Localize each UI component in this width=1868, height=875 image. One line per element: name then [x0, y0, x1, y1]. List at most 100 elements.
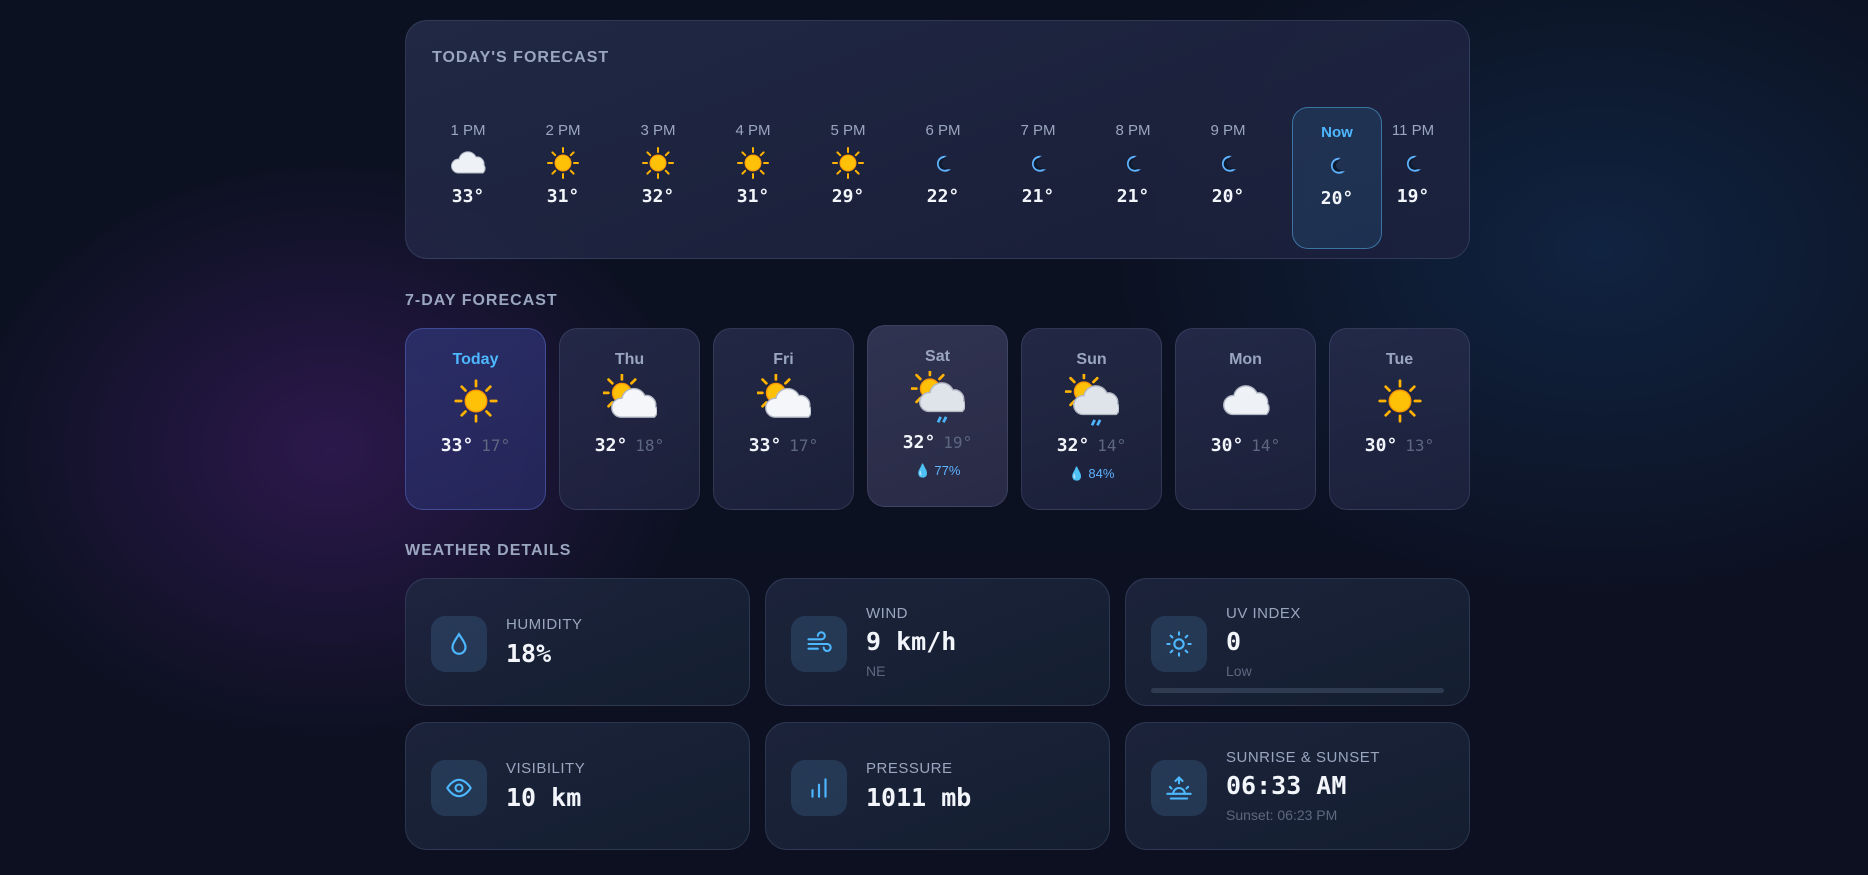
hour-time: 5 PM — [830, 122, 866, 139]
hour-temp: 22° — [926, 186, 960, 207]
humidity-card: HUMIDITY 18% — [405, 578, 750, 706]
day-card-thu[interactable]: Thu 32° 18° — [559, 328, 700, 510]
sun-icon — [406, 375, 545, 427]
day-high: 32° — [594, 435, 628, 456]
wind-direction: NE — [866, 663, 886, 679]
sun-icon — [518, 140, 608, 186]
humidity-label: HUMIDITY — [506, 616, 583, 633]
wind-card: WIND 9 km/h NE — [765, 578, 1110, 706]
uv-level-text: Low — [1226, 663, 1252, 679]
day-name: Today — [452, 351, 499, 368]
day-card-fri[interactable]: Fri 33° 17° — [713, 328, 854, 510]
raindrop-icon: 💧 — [914, 463, 931, 478]
day-low: 19° — [943, 433, 973, 452]
hour-temp: 32° — [641, 186, 675, 207]
moon-icon — [1088, 140, 1178, 186]
weather-details-title: WEATHER DETAILS — [405, 542, 572, 559]
hour-time: 3 PM — [640, 122, 676, 139]
hour-item: 5 PM 29° — [803, 87, 893, 229]
wind-value: 9 km/h — [866, 627, 957, 656]
hour-time: 6 PM — [925, 122, 961, 139]
uv-index-card: UV INDEX 0 Low — [1125, 578, 1470, 706]
hour-temp: 19° — [1396, 186, 1430, 207]
partly-cloudy-icon — [714, 374, 853, 427]
sunset-text: Sunset: 06:23 PM — [1226, 807, 1338, 823]
hour-temp: 31° — [546, 186, 580, 207]
hour-time: 1 PM — [450, 122, 486, 139]
day-low: 17° — [789, 436, 819, 455]
sun-label: SUNRISE & SUNSET — [1226, 749, 1380, 766]
day-low: 13° — [1405, 436, 1435, 455]
day-card-sun[interactable]: Sun 32° 14° 💧 84% — [1021, 328, 1162, 510]
rain-chance-value: 84% — [1088, 466, 1115, 481]
sunrise-sunset-card: SUNRISE & SUNSET 06:33 AM Sunset: 06:23 … — [1125, 722, 1470, 850]
hour-time: 4 PM — [735, 122, 771, 139]
uv-value: 0 — [1226, 627, 1242, 656]
day-name: Thu — [614, 351, 645, 368]
day-card-mon[interactable]: Mon 30° 14° — [1175, 328, 1316, 510]
bar-chart-icon — [791, 760, 847, 816]
uv-label: UV INDEX — [1226, 605, 1301, 622]
day-card-today[interactable]: Today 33° 17° — [405, 328, 546, 510]
hour-item: 9 PM 20° — [1183, 87, 1273, 229]
uv-progress-bar — [1151, 688, 1444, 693]
hour-time: 11 PM — [1391, 122, 1435, 139]
rain-cloud-icon — [1022, 374, 1161, 427]
hour-temp: 29° — [831, 186, 865, 207]
eye-icon — [431, 760, 487, 816]
todays-forecast-panel: TODAY'S FORECAST 1 PM 33° 2 PM 31° 3 PM 32… — [405, 20, 1470, 259]
hour-temp: 31° — [736, 186, 770, 207]
day-name: Mon — [1229, 351, 1262, 368]
visibility-card: VISIBILITY 10 km — [405, 722, 750, 850]
wind-icon — [791, 616, 847, 672]
visibility-label: VISIBILITY — [506, 760, 586, 777]
partly-cloudy-icon — [560, 374, 699, 427]
moon-icon — [993, 140, 1083, 186]
day-name: Sat — [925, 348, 950, 365]
day-card-sat[interactable]: Sat 32° 19° 💧 77% — [867, 325, 1008, 507]
day-high: 30° — [1210, 435, 1244, 456]
day-name: Tue — [1385, 351, 1414, 368]
moon-icon — [1368, 140, 1458, 186]
day-high: 33° — [440, 435, 474, 456]
hour-time: 8 PM — [1115, 122, 1151, 139]
hour-item: 4 PM 31° — [708, 87, 798, 229]
pressure-value: 1011 mb — [866, 783, 972, 812]
droplet-icon — [431, 616, 487, 672]
sun-icon — [1330, 375, 1469, 427]
day-low: 17° — [481, 436, 511, 455]
hour-time: 9 PM — [1210, 122, 1246, 139]
sun-outline-icon — [1151, 616, 1207, 672]
hour-item: 1 PM 33° — [423, 87, 513, 229]
seven-day-list: Today 33° 17° Thu 32° 18° Fri 33° 17° Sat 3… — [405, 325, 1470, 510]
rain-chance: 💧 84% — [1022, 466, 1161, 482]
hour-item: 8 PM 21° — [1088, 87, 1178, 229]
sun-icon — [803, 140, 893, 186]
todays-forecast-title: TODAY'S FORECAST — [432, 49, 610, 66]
moon-icon — [1183, 140, 1273, 186]
sun-icon — [613, 140, 703, 186]
humidity-value: 18% — [506, 639, 552, 668]
seven-day-title: 7-DAY FORECAST — [405, 292, 558, 309]
moon-icon — [898, 140, 988, 186]
sun-icon — [708, 140, 798, 186]
day-name: Fri — [773, 351, 794, 368]
day-high: 32° — [902, 432, 936, 453]
raindrop-icon: 💧 — [1068, 466, 1085, 481]
day-low: 18° — [635, 436, 665, 455]
pressure-card: PRESSURE 1011 mb — [765, 722, 1110, 850]
hour-time: 7 PM — [1020, 122, 1056, 139]
hour-temp: 33° — [451, 186, 485, 207]
day-high: 32° — [1056, 435, 1090, 456]
hour-item: 3 PM 32° — [613, 87, 703, 229]
wind-label: WIND — [866, 605, 908, 622]
weather-dashboard: TODAY'S FORECAST 1 PM 33° 2 PM 31° 3 PM 32… — [405, 20, 1470, 850]
hour-item: 11 PM 19° — [1368, 87, 1458, 229]
hourly-list[interactable]: 1 PM 33° 2 PM 31° 3 PM 32° 4 PM 31° 5 PM 29°… — [406, 87, 1469, 249]
hour-item: 6 PM 22° — [898, 87, 988, 229]
pressure-label: PRESSURE — [866, 760, 953, 777]
cloud-icon — [423, 140, 513, 186]
day-high: 33° — [748, 435, 782, 456]
day-card-tue[interactable]: Tue 30° 13° — [1329, 328, 1470, 510]
cloud-icon — [1176, 375, 1315, 427]
